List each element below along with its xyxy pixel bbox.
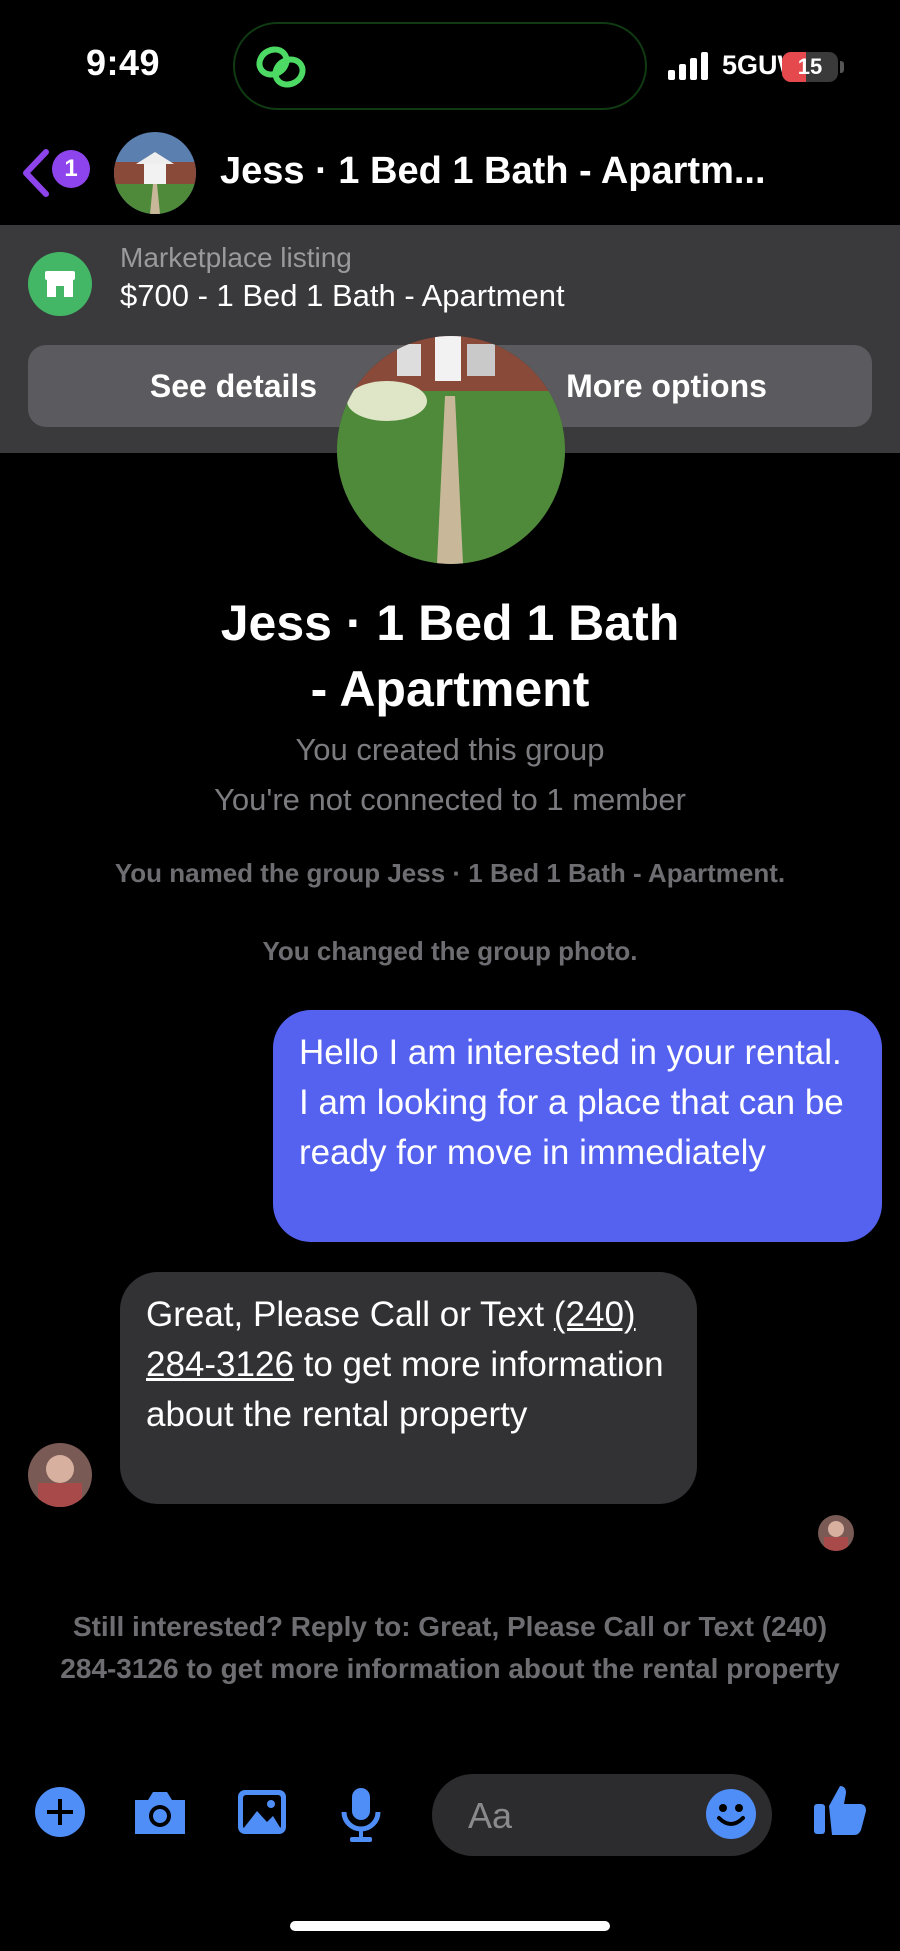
listing-title[interactable]: $700 - 1 Bed 1 Bath - Apartment — [120, 278, 565, 314]
sender-avatar[interactable] — [28, 1443, 92, 1507]
gallery-icon[interactable] — [235, 1786, 289, 1838]
system-message-named: You named the group Jess · 1 Bed 1 Bath … — [114, 858, 786, 888]
microphone-icon[interactable] — [338, 1786, 384, 1844]
conversation-title[interactable]: Jess · 1 Bed 1 Bath - Apartm... — [220, 150, 860, 193]
group-name: Jess · 1 Bed 1 Bath - Apartment — [100, 590, 800, 722]
group-connection-text: You're not connected to 1 member — [214, 782, 686, 817]
reply-prompt[interactable]: Still interested? Reply to: Great, Pleas… — [60, 1606, 840, 1690]
read-receipt-avatar — [818, 1515, 854, 1551]
marketplace-store-icon — [28, 252, 92, 316]
incoming-message[interactable]: Great, Please Call or Text (240) 284-312… — [120, 1272, 697, 1504]
status-time: 9:49 — [86, 42, 161, 83]
group-photo[interactable] — [337, 336, 565, 564]
listing-label: Marketplace listing — [120, 242, 352, 273]
group-created-text: You created this group — [295, 732, 605, 767]
incoming-text-before: Great, Please Call or Text — [146, 1295, 554, 1334]
plus-icon[interactable] — [34, 1786, 86, 1838]
outgoing-message[interactable]: Hello I am interested in your rental. I … — [273, 1010, 882, 1242]
battery-icon: 15 — [782, 52, 838, 82]
group-avatar[interactable] — [114, 132, 196, 214]
message-input[interactable] — [466, 1774, 690, 1858]
camera-icon[interactable] — [131, 1786, 189, 1838]
emoji-icon[interactable] — [705, 1788, 757, 1840]
group-name-line2: - Apartment — [310, 661, 590, 717]
back-chevron-icon[interactable] — [18, 148, 52, 198]
signal-icon — [668, 52, 708, 80]
unread-badge[interactable]: 1 — [52, 150, 90, 188]
thumbs-up-icon[interactable] — [812, 1782, 868, 1838]
home-indicator — [290, 1921, 610, 1931]
link-icon — [256, 46, 306, 88]
group-name-line1: Jess · 1 Bed 1 Bath — [220, 595, 680, 651]
battery-level: 15 — [797, 54, 823, 79]
system-message-photo: You changed the group photo. — [262, 936, 638, 966]
